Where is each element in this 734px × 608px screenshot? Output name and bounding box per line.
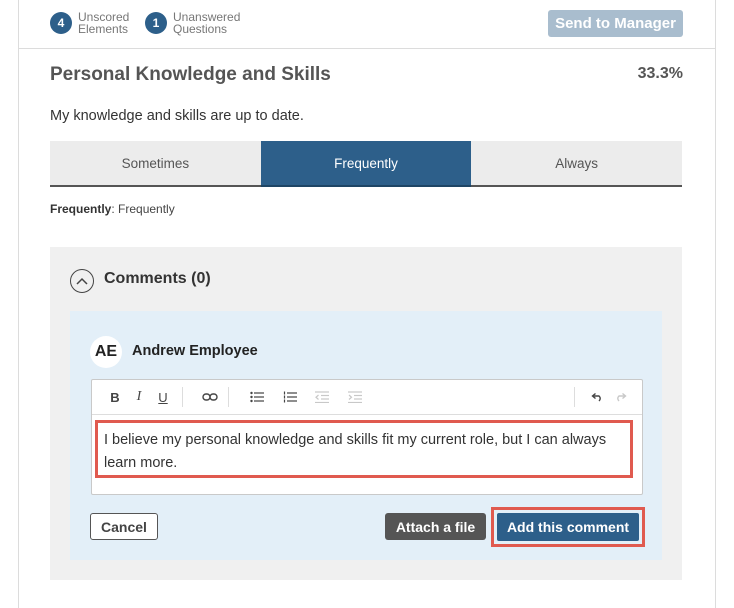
unanswered-stat: 1 Unanswered Questions — [145, 11, 253, 35]
option-frequently[interactable]: Frequently — [260, 141, 472, 187]
indent-icon[interactable] — [346, 388, 364, 406]
redo-icon[interactable] — [612, 388, 630, 406]
chevron-up-icon[interactable] — [70, 269, 94, 293]
unscored-count-badge: 4 — [50, 12, 72, 34]
question-text: My knowledge and skills are up to date. — [50, 108, 304, 124]
option-always[interactable]: Always — [471, 141, 683, 187]
bullet-list-icon[interactable] — [248, 388, 266, 406]
undo-icon[interactable] — [588, 388, 606, 406]
section-title: Personal Knowledge and Skills — [50, 64, 331, 85]
comment-editor: B I U I believe my personal knowledge an… — [91, 379, 643, 495]
unscored-stat: 4 Unscored Elements — [50, 11, 158, 35]
attach-file-button[interactable]: Attach a file — [385, 513, 486, 540]
comments-section: Comments (0) AE Andrew Employee B I U I … — [50, 247, 682, 580]
underline-icon[interactable]: U — [154, 388, 172, 406]
avatar: AE — [90, 336, 122, 368]
comment-textarea[interactable]: I believe my personal knowledge and skil… — [95, 420, 633, 478]
cancel-button[interactable]: Cancel — [90, 513, 158, 540]
numbered-list-icon[interactable] — [281, 388, 299, 406]
selected-rating-line: Frequently: Frequently — [50, 202, 175, 216]
italic-icon[interactable]: I — [130, 388, 148, 406]
comments-title: Comments (0) — [104, 270, 211, 287]
toolbar-divider — [228, 387, 229, 407]
toolbar-divider — [574, 387, 575, 407]
rating-options: Sometimes Frequently Always — [50, 141, 683, 187]
toolbar-divider — [182, 387, 183, 407]
unanswered-label: Unanswered Questions — [173, 10, 241, 36]
selected-rating-label: Frequently — [50, 202, 112, 216]
status-bar: 4 Unscored Elements 1 Unanswered Questio… — [19, 0, 715, 49]
outdent-icon[interactable] — [313, 388, 331, 406]
comment-editor-panel: AE Andrew Employee B I U I believe my pe… — [70, 311, 662, 560]
user-name: Andrew Employee — [132, 343, 258, 359]
link-icon[interactable] — [201, 388, 219, 406]
add-comment-highlight: Add this comment — [491, 507, 645, 547]
bold-icon[interactable]: B — [106, 388, 124, 406]
selected-rating-value: Frequently — [118, 202, 175, 216]
page-container: 4 Unscored Elements 1 Unanswered Questio… — [18, 0, 716, 608]
unanswered-count-badge: 1 — [145, 12, 167, 34]
section-score: 33.3% — [637, 65, 683, 82]
selected-rating-separator: : — [111, 202, 115, 216]
add-comment-button[interactable]: Add this comment — [497, 513, 639, 541]
send-to-manager-button[interactable]: Send to Manager — [548, 10, 683, 37]
editor-toolbar: B I U — [92, 380, 642, 415]
option-sometimes[interactable]: Sometimes — [50, 141, 261, 187]
